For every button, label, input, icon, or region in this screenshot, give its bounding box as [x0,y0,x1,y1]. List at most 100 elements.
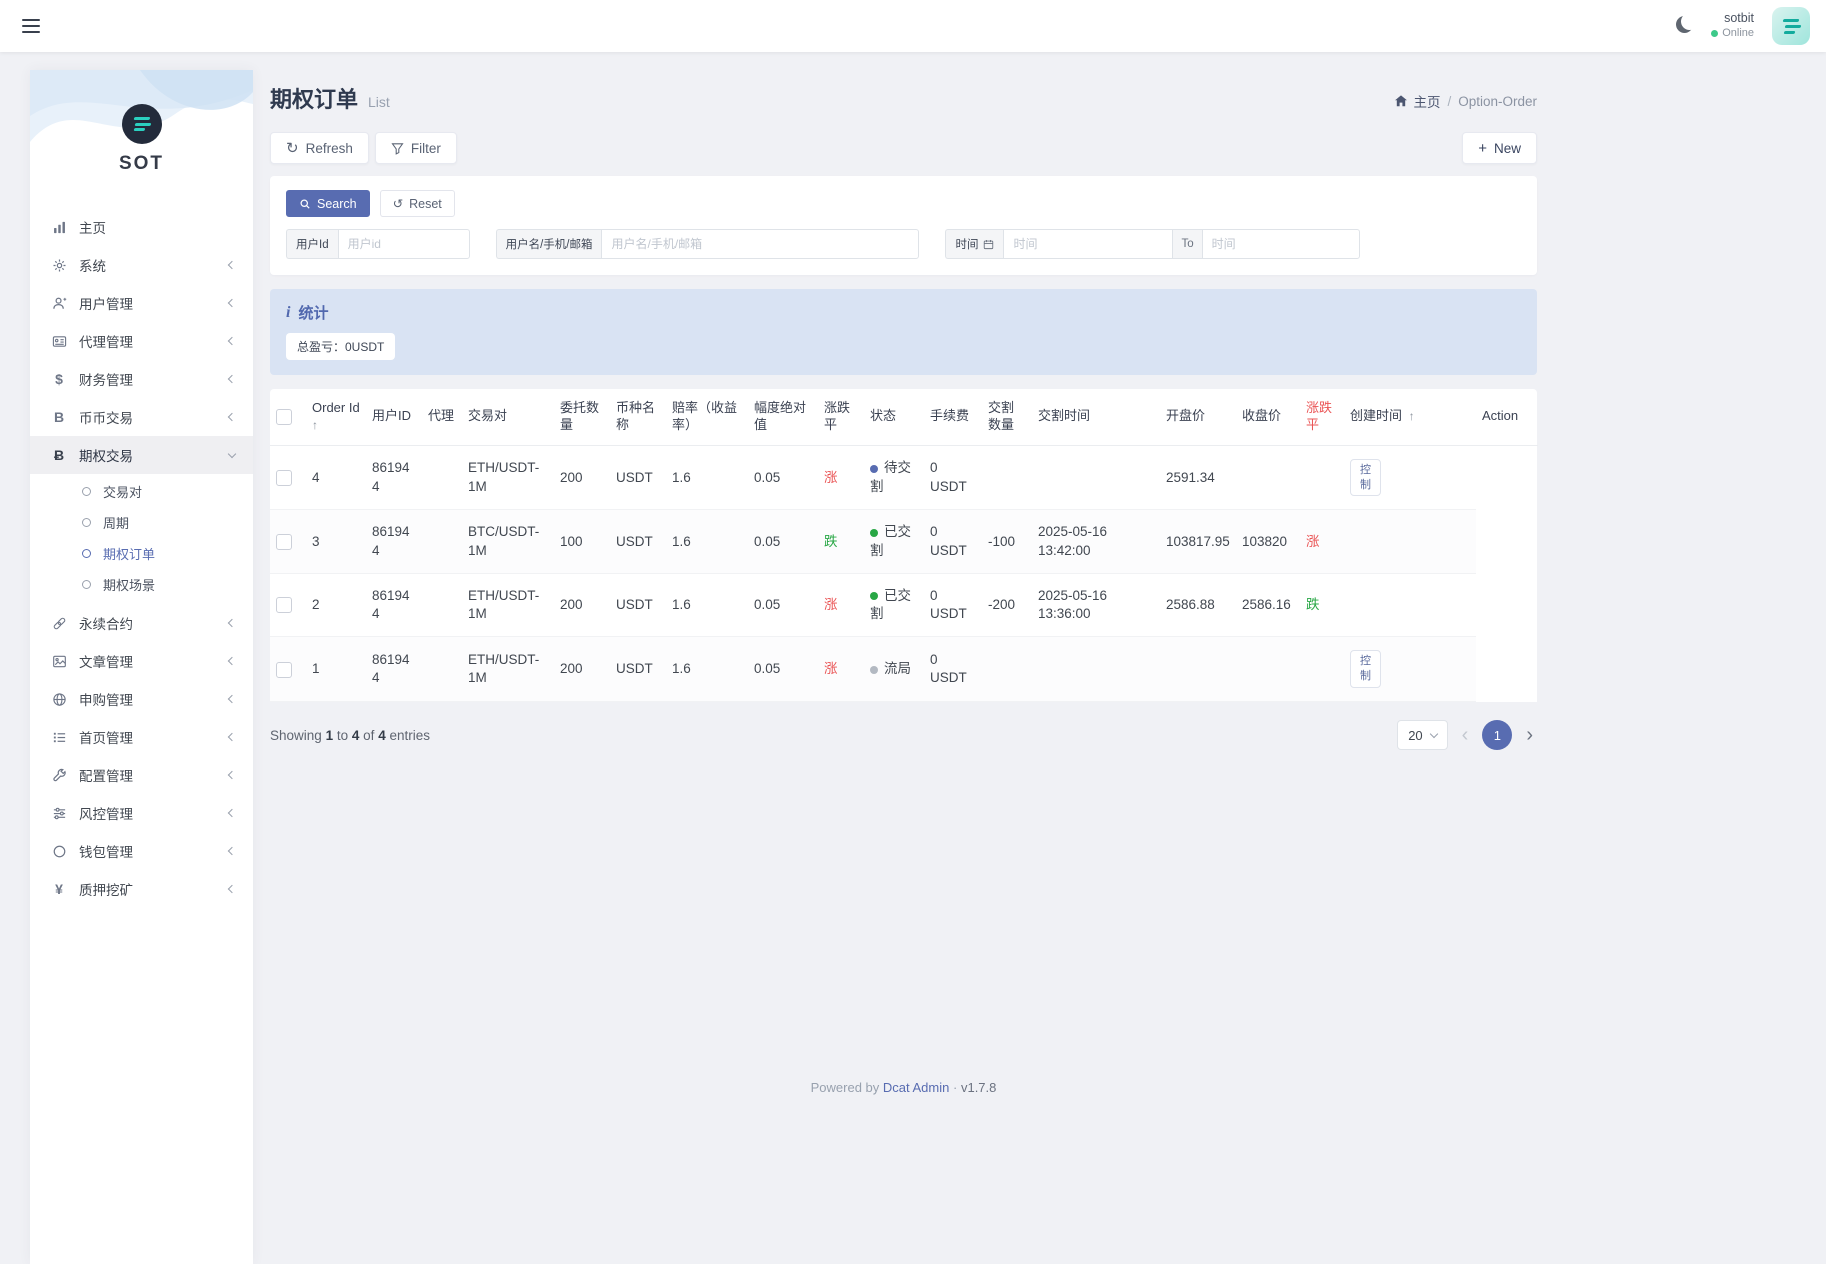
cell-settle-qty [982,637,1032,702]
image-icon [50,654,68,669]
sidebar-item-system[interactable]: 系统 [30,246,253,284]
sidebar-item-option-orders[interactable]: 期权订单 [30,538,253,569]
sidebar-item-label: 代理管理 [79,331,229,351]
chevron-left-icon [228,771,236,779]
filter-button[interactable]: Filter [375,132,457,164]
sidebar-item-staking[interactable]: ¥ 质押挖矿 [30,870,253,908]
prev-page-button[interactable]: ‹ [1458,725,1473,745]
sidebar-item-subscription[interactable]: 申购管理 [30,680,253,718]
sidebar-item-risk[interactable]: 风控管理 [30,794,253,832]
cell-direction: 涨 [818,637,864,702]
row-checkbox[interactable] [276,662,292,678]
cell-pair: ETH/USDT-1M [462,445,554,510]
new-button[interactable]: + New [1462,132,1537,164]
main-content: 期权订单 List 主页 / Option-Order ↻ Refresh Fi… [253,0,1826,1125]
id-card-icon [50,334,68,349]
sidebar-item-users[interactable]: 用户管理 [30,284,253,322]
sidebar-item-period[interactable]: 周期 [30,507,253,538]
app-logo[interactable] [122,104,162,144]
cell-agent [422,573,462,636]
sidebar-item-label: 风控管理 [79,803,229,823]
select-all-checkbox[interactable] [276,409,292,425]
time-from-input[interactable] [1003,229,1173,259]
search-button[interactable]: Search [286,190,370,217]
sort-asc-icon[interactable]: ↑ [312,418,360,434]
dcat-admin-link[interactable]: Dcat Admin [883,1080,949,1095]
user-menu[interactable]: sotbit Online [1711,11,1754,40]
online-dot-icon [1711,30,1718,37]
chevron-left-icon [228,809,236,817]
cell-settle-time: 2025-05-16 13:36:00 [1032,573,1160,636]
col-action: Action [1476,389,1538,445]
breadcrumb-home[interactable]: 主页 [1394,91,1440,111]
page-subtitle: List [368,94,390,110]
cell-settle-time [1032,637,1160,702]
current-page-button[interactable]: 1 [1482,720,1512,750]
cell-order-id: 3 [306,510,366,573]
cell-amount: 200 [554,445,610,510]
sidebar-item-config[interactable]: 配置管理 [30,756,253,794]
cell-agent [422,637,462,702]
link-icon [50,616,68,631]
cell-odds: 1.6 [666,510,748,573]
cell-action [1344,510,1476,573]
cell-abs: 0.05 [748,637,818,702]
status-dot-icon [870,465,878,473]
cell-settle-qty: -200 [982,573,1032,636]
dark-mode-toggle[interactable] [1676,16,1693,36]
user-icon [50,296,68,311]
row-checkbox[interactable] [276,470,292,486]
chevron-left-icon [228,847,236,855]
circle-bullet-icon [82,580,91,589]
col-created[interactable]: 创建时间 ↑ [1344,389,1476,445]
cell-fee: 0 USDT [924,510,982,573]
cell-settle-qty [982,445,1032,510]
sidebar-item-option-trade[interactable]: Ƀ 期权交易 [30,436,253,474]
breadcrumb-separator: / [1447,94,1451,109]
version-label: v1.7.8 [961,1080,996,1095]
time-to-input[interactable] [1202,229,1360,259]
row-checkbox[interactable] [276,597,292,613]
cell-open-price: 2586.88 [1160,573,1236,636]
sidebar-item-homepage[interactable]: 首页管理 [30,718,253,756]
sort-asc-icon[interactable]: ↑ [1409,409,1415,423]
info-icon: i [286,304,290,322]
refresh-button[interactable]: ↻ Refresh [270,132,369,164]
page-size-select[interactable]: 20 [1397,720,1447,750]
next-page-button[interactable]: › [1522,725,1537,745]
cell-amount: 100 [554,510,610,573]
search-icon [299,198,311,210]
calendar-icon [983,239,994,250]
sidebar-item-home[interactable]: 主页 [30,208,253,246]
col-pair: 交易对 [462,389,554,445]
sidebar-item-finance[interactable]: $ 财务管理 [30,360,253,398]
time-to-label: To [1173,229,1201,259]
sidebar-item-spot-trade[interactable]: B 币币交易 [30,398,253,436]
time-range-field-group: 时间 To [945,229,1359,259]
table-row: 3 861944 BTC/USDT-1M 100 USDT 1.6 0.05 跌… [270,510,1538,573]
control-button[interactable]: 控制 [1350,459,1381,497]
control-button[interactable]: 控制 [1350,650,1381,688]
user-id-input[interactable] [338,229,470,259]
user-name-input[interactable] [601,229,919,259]
row-checkbox[interactable] [276,534,292,550]
sidebar-item-label: 钱包管理 [79,841,229,861]
sidebar-item-label: 配置管理 [79,765,229,785]
sidebar-item-articles[interactable]: 文章管理 [30,642,253,680]
plus-icon: + [1478,141,1487,156]
col-order-id[interactable]: Order Id ↑ [306,389,366,445]
sidebar-item-perpetual[interactable]: 永续合约 [30,604,253,642]
chevron-left-icon [228,261,236,269]
cell-coin: USDT [610,445,666,510]
cell-coin: USDT [610,573,666,636]
sidebar-item-wallet[interactable]: 钱包管理 [30,832,253,870]
avatar[interactable] [1772,7,1810,45]
user-name: sotbit [1711,11,1754,27]
sidebar-toggle-button[interactable] [16,9,46,43]
reset-button[interactable]: ↺ Reset [380,190,455,217]
sidebar-item-trading-pairs[interactable]: 交易对 [30,476,253,507]
sidebar-item-agents[interactable]: 代理管理 [30,322,253,360]
user-status-label: Online [1722,27,1754,41]
sidebar-item-option-scenes[interactable]: 期权场景 [30,569,253,600]
chevron-left-icon [228,337,236,345]
